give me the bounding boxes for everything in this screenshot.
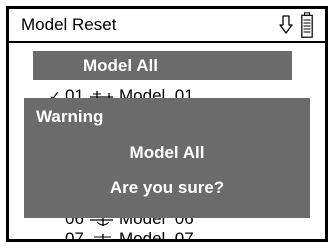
page-title: Model Reset [21,15,117,34]
dialog-subject: Model All [129,143,205,162]
model-name: Model [119,229,166,242]
list-item[interactable]: 07 Model 07 [49,228,194,242]
title-bar: Model Reset [9,9,325,43]
plane-icon [89,232,115,239]
dialog-title: Warning [36,107,104,126]
model-all-selection[interactable]: Model All [33,51,292,80]
lcd-screen: Model Reset Model All ✓ 01 Model 01 06 Mode… [6,6,328,242]
dialog-question[interactable]: Are you sure? [24,178,310,198]
model-number: 07 [65,229,84,242]
arrow-down-icon[interactable] [279,15,293,35]
warning-dialog[interactable]: Warning Model All Are you sure? [24,98,310,218]
battery-icon [301,12,313,38]
model-id: 07 [174,229,194,242]
